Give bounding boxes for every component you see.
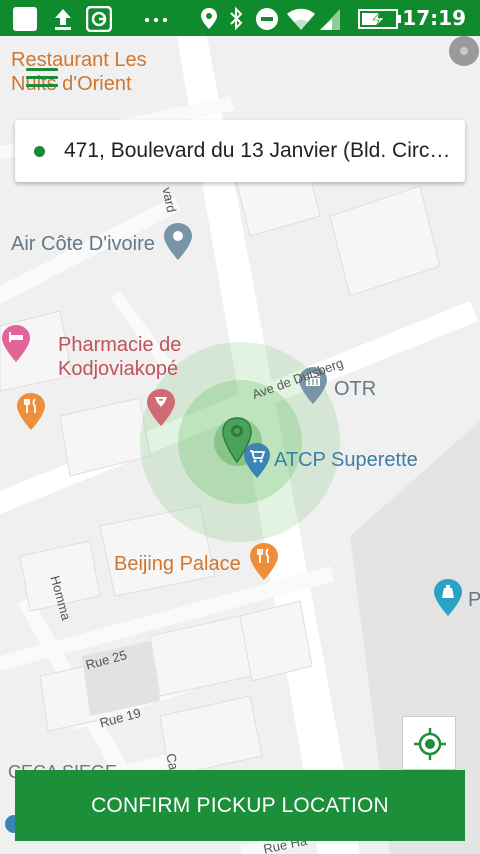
pickup-address-card[interactable]: 471, Boulevard du 13 Janvier (Bld. Circu… [15,120,465,182]
restaurant-icon [17,393,45,430]
menu-button[interactable] [26,68,58,90]
do-not-disturb-icon [256,8,278,30]
poi-partial[interactable]: P [468,588,480,612]
map-pin-icon [164,223,192,260]
map-view[interactable]: Restaurant Les Nuits d'Orient Air Côte D… [0,36,480,854]
menu-bar [26,84,58,87]
museum-icon [434,579,462,616]
menu-bar [26,76,58,79]
upload-icon [55,9,71,30]
clock: 17:19 [402,6,466,30]
pickup-dot-icon [34,145,45,157]
more-dots-icon [144,17,168,23]
hotel-icon [2,325,30,362]
poi-otr[interactable]: OTR [334,377,376,401]
poi-beijing-palace[interactable]: Beijing Palace [114,552,241,576]
street-label-ca: Ca [163,752,182,772]
bluetooth-icon [230,6,243,31]
my-location-button[interactable] [402,716,456,770]
pickup-marker-icon [222,417,252,464]
poi-atcp-superette[interactable]: ATCP Superette [274,448,418,472]
square-icon [13,7,37,31]
confirm-pickup-button[interactable]: CONFIRM PICKUP LOCATION [15,770,465,841]
status-bar: 17:19 [0,0,480,36]
pharmacy-icon [147,389,175,426]
app-icon [86,6,112,32]
pickup-address-text: 471, Boulevard du 13 Janvier (Bld. Circu… [64,139,454,162]
menu-bar [26,68,58,71]
signal-icon [320,9,340,30]
poi-air-cote-divoire[interactable]: Air Côte D'ivoire [11,232,155,256]
crosshair-icon [414,728,446,760]
wifi-icon [287,8,315,30]
battery-charging-icon [358,9,401,29]
location-icon [201,8,217,29]
restaurant-icon [250,543,278,580]
compass-icon[interactable] [447,36,480,70]
poi-pharmacie[interactable]: Pharmacie de Kodjoviakopé [58,333,181,381]
